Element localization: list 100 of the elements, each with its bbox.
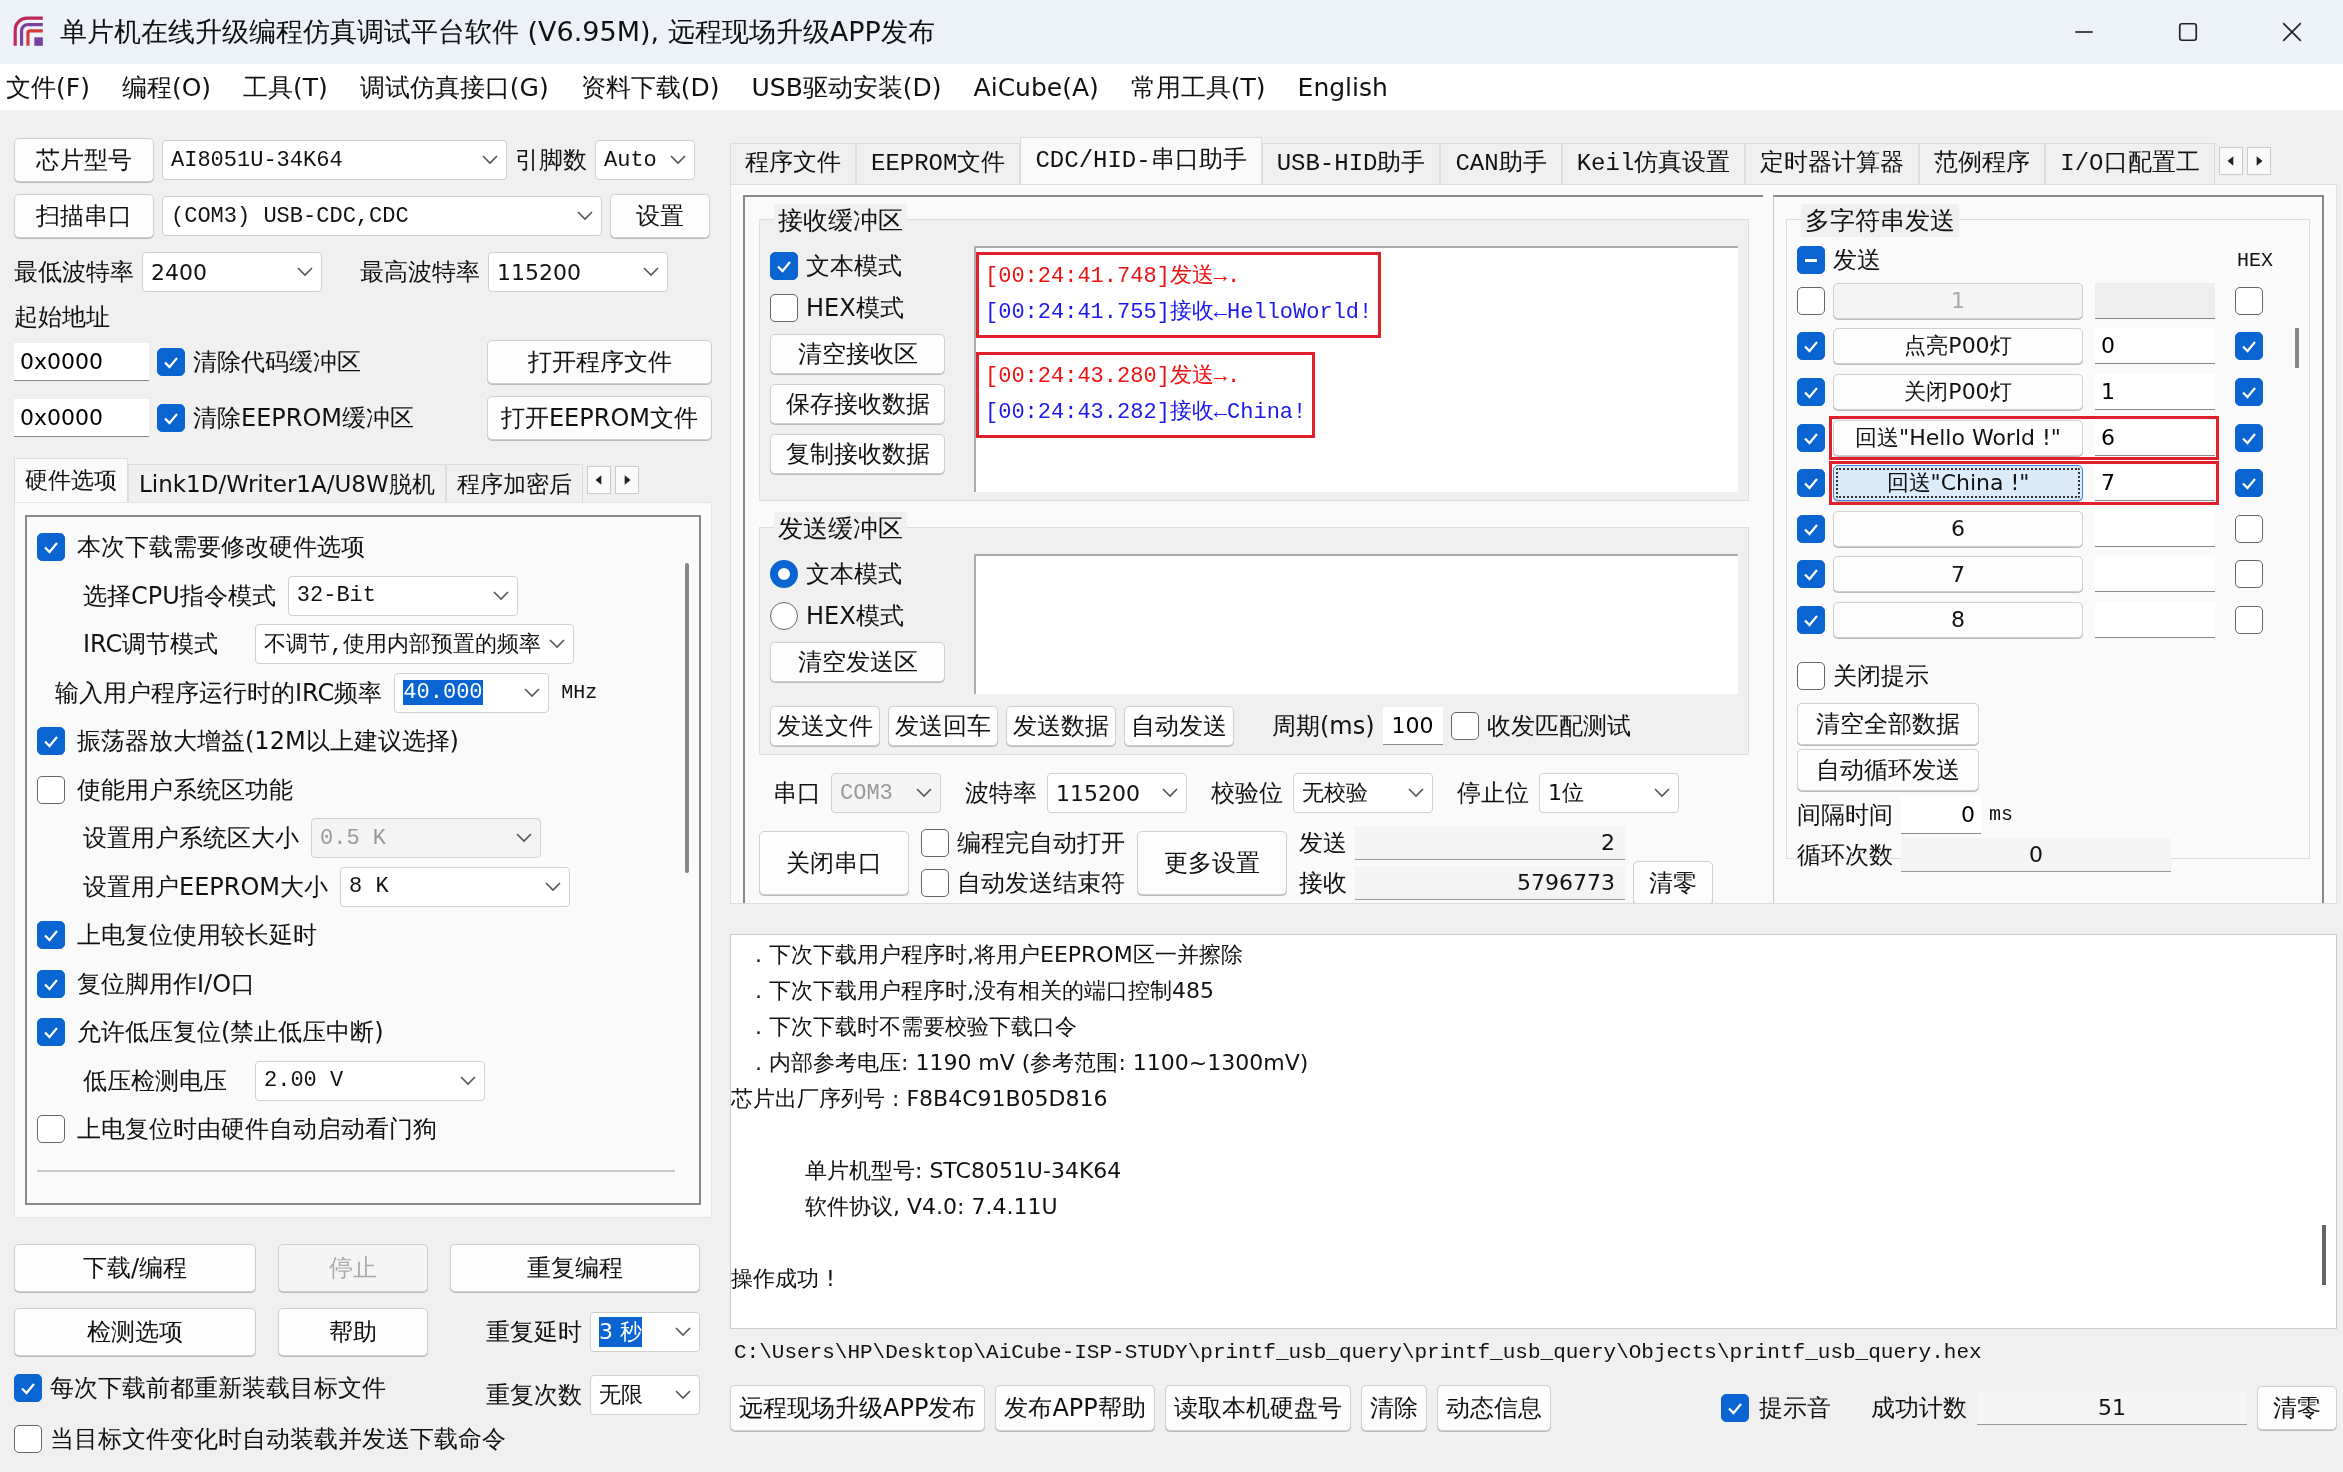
- menu-item[interactable]: 编程(O): [121, 70, 212, 104]
- dropdown[interactable]: 无限: [590, 1375, 700, 1415]
- send-button[interactable]: 发送回车: [888, 706, 998, 746]
- scroll-right-icon[interactable]: [614, 466, 639, 494]
- checkbox[interactable]: [157, 404, 185, 432]
- string-field[interactable]: [2095, 556, 2215, 593]
- menu-item[interactable]: USB驱动安装(D): [751, 70, 942, 104]
- scrollbar[interactable]: [2322, 1225, 2326, 1285]
- menu-item[interactable]: AiCube(A): [973, 72, 1099, 102]
- address-field[interactable]: 0x0000: [14, 343, 149, 381]
- dropdown[interactable]: (COM3) USB-CDC,CDC: [162, 196, 602, 236]
- checkbox[interactable]: [2235, 423, 2263, 452]
- footer-button[interactable]: 清除: [1360, 1385, 1427, 1431]
- dropdown[interactable]: 不调节,使用内部预置的频率: [255, 624, 575, 665]
- scan-port-button[interactable]: 扫描串口: [14, 194, 154, 238]
- action-button[interactable]: 下载/编程: [14, 1244, 256, 1292]
- send-button[interactable]: 自动发送: [1124, 706, 1234, 746]
- string-field[interactable]: 7: [2095, 465, 2215, 502]
- checkbox[interactable]: [157, 348, 185, 376]
- dropdown[interactable]: AI8051U-34K64: [162, 140, 507, 180]
- checkbox[interactable]: [37, 921, 65, 950]
- maximize-icon[interactable]: [2177, 21, 2199, 43]
- receive-text-area[interactable]: [00:24:41.748]发送→. [00:24:41.755]接收←HelloWorld! [00:24:43.280]发送→. [00:24:43.282]接收←China!: [974, 246, 1738, 492]
- checkbox[interactable]: [2235, 378, 2263, 406]
- receive-button[interactable]: 复制接收数据: [770, 434, 945, 474]
- dropdown[interactable]: 8 K: [340, 866, 571, 907]
- dropdown[interactable]: 40.000: [394, 672, 550, 713]
- checkbox[interactable]: [14, 1374, 42, 1402]
- radio-button[interactable]: [770, 602, 798, 630]
- reset-button[interactable]: 清零: [1633, 861, 1713, 903]
- clear-send-button[interactable]: 清空发送区: [770, 642, 945, 682]
- checkbox[interactable]: [1797, 661, 1825, 690]
- menu-item[interactable]: 资料下载(D): [580, 70, 720, 104]
- checkbox[interactable]: [14, 1425, 42, 1453]
- checkbox[interactable]: [37, 727, 65, 756]
- footer-button[interactable]: 动态信息: [1436, 1385, 1551, 1431]
- address-field[interactable]: 0x0000: [14, 399, 149, 437]
- tab[interactable]: 程序加密后: [445, 464, 583, 502]
- checkbox[interactable]: [770, 252, 798, 280]
- checkbox[interactable]: [921, 869, 949, 897]
- open-file-button[interactable]: 打开程序文件: [487, 340, 712, 384]
- menu-item[interactable]: 文件(F): [6, 70, 90, 104]
- dropdown[interactable]: 2.00 V: [255, 1060, 485, 1101]
- string-send-button[interactable]: 6: [1833, 510, 2083, 547]
- checkbox[interactable]: [1797, 605, 1825, 634]
- checkbox[interactable]: [770, 294, 798, 322]
- checkbox[interactable]: [1721, 1394, 1749, 1422]
- checkbox[interactable]: [2235, 605, 2263, 634]
- scroll-left-icon[interactable]: [2218, 147, 2243, 175]
- string-send-button[interactable]: 关闭P00灯: [1833, 374, 2083, 410]
- menu-item[interactable]: English: [1297, 72, 1388, 102]
- open-file-button[interactable]: 打开EEPROM文件: [487, 396, 712, 440]
- checkbox[interactable]: [1797, 514, 1825, 543]
- scrollbar[interactable]: [2295, 328, 2299, 368]
- dropdown[interactable]: 无校验: [1293, 773, 1433, 813]
- dropdown[interactable]: 1位: [1539, 773, 1679, 813]
- string-send-button[interactable]: 8: [1833, 601, 2083, 638]
- action-button[interactable]: 检测选项: [14, 1308, 256, 1356]
- more-settings-button[interactable]: 更多设置: [1137, 831, 1287, 895]
- checkbox[interactable]: [2235, 332, 2263, 361]
- interval-field[interactable]: 0: [1901, 795, 1981, 834]
- string-field[interactable]: [2095, 510, 2215, 547]
- action-button[interactable]: 帮助: [278, 1308, 428, 1356]
- receive-button[interactable]: 保存接收数据: [770, 384, 945, 424]
- string-send-button[interactable]: 7: [1833, 556, 2083, 593]
- checkbox[interactable]: [921, 829, 949, 857]
- checkbox[interactable]: [37, 533, 65, 562]
- scroll-right-icon[interactable]: [2246, 147, 2271, 175]
- checkbox[interactable]: [2235, 514, 2263, 543]
- receive-button[interactable]: 清空接收区: [770, 334, 945, 374]
- string-field[interactable]: 1: [2095, 374, 2215, 410]
- checkbox[interactable]: [37, 1018, 65, 1047]
- action-button[interactable]: 重复编程: [450, 1244, 700, 1292]
- reset-button[interactable]: 清零: [2257, 1386, 2337, 1430]
- menu-item[interactable]: 常用工具(T): [1130, 70, 1266, 104]
- checkbox[interactable]: [1797, 469, 1825, 498]
- send-button[interactable]: 发送数据: [1006, 706, 1116, 746]
- dropdown[interactable]: Auto: [595, 140, 695, 180]
- string-field[interactable]: [2095, 601, 2215, 638]
- dropdown[interactable]: 3 秒: [590, 1312, 700, 1352]
- checkbox[interactable]: [37, 969, 65, 998]
- checkbox[interactable]: [1797, 560, 1825, 589]
- checkbox[interactable]: [1797, 332, 1825, 361]
- dropdown[interactable]: 115200: [488, 252, 668, 292]
- tab[interactable]: 硬件选项: [14, 458, 128, 502]
- string-send-button[interactable]: 回送"China !": [1833, 465, 2083, 502]
- chip-type-button[interactable]: 芯片型号: [14, 138, 154, 182]
- dropdown[interactable]: 32-Bit: [287, 575, 518, 616]
- multi-action-button[interactable]: 清空全部数据: [1797, 702, 1979, 745]
- settings-button[interactable]: 设置: [610, 194, 710, 238]
- tab[interactable]: Link1D/Writer1A/U8W脱机: [128, 464, 446, 502]
- checkbox[interactable]: [37, 775, 65, 804]
- footer-button[interactable]: 读取本机硬盘号: [1164, 1385, 1351, 1431]
- checkbox[interactable]: [1797, 423, 1825, 452]
- close-icon[interactable]: [2281, 21, 2303, 43]
- checkbox[interactable]: [1797, 378, 1825, 406]
- dropdown[interactable]: 115200: [1047, 773, 1187, 813]
- footer-button[interactable]: 发布APP帮助: [995, 1385, 1155, 1431]
- multi-action-button[interactable]: 自动循环发送: [1797, 748, 1979, 791]
- checkbox[interactable]: [2235, 469, 2263, 498]
